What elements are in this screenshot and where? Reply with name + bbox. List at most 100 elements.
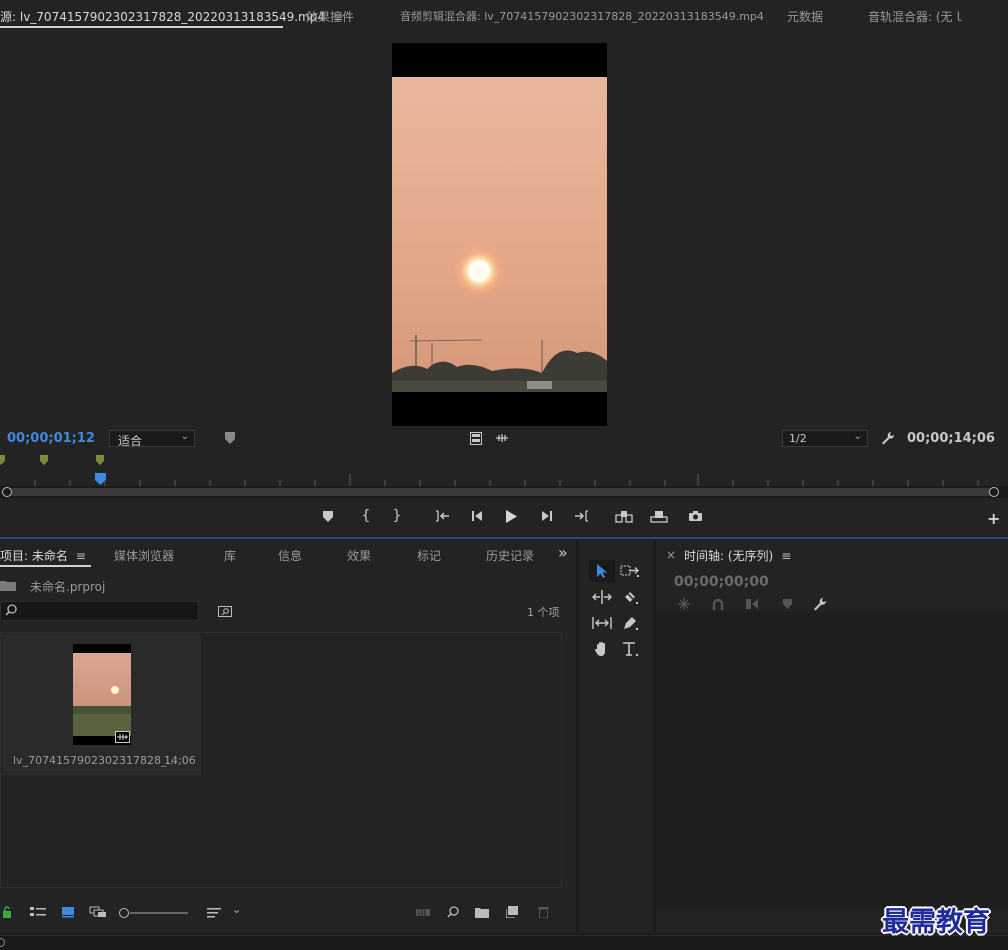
timeline-title-label: 时间轴: (无序列) bbox=[684, 549, 774, 563]
mark-in-button[interactable]: { bbox=[358, 508, 374, 524]
scrollbar-handle-left[interactable] bbox=[2, 487, 12, 497]
slider-handle[interactable] bbox=[119, 908, 129, 918]
timeline-settings-wrench-icon[interactable] bbox=[812, 597, 828, 611]
tab-audio-track-mixer[interactable]: 音轨混合器: (无ｌ bbox=[868, 8, 965, 25]
track-select-forward-tool-icon[interactable] bbox=[619, 562, 641, 580]
project-search-box[interactable] bbox=[0, 601, 199, 621]
clip-name: lv_7074157902302317828_... bbox=[13, 754, 178, 767]
scrollbar-track[interactable] bbox=[6, 488, 996, 496]
timeline-tab-title[interactable]: 时间轴: (无序列) ≡ bbox=[684, 547, 791, 564]
go-to-out-button[interactable] bbox=[571, 508, 591, 524]
active-tab-underline bbox=[0, 26, 283, 28]
nest-sequence-icon[interactable] bbox=[676, 597, 692, 611]
tab-info[interactable]: 信息 bbox=[278, 547, 302, 564]
step-back-button[interactable] bbox=[469, 508, 485, 524]
status-bar bbox=[0, 935, 1008, 950]
drag-audio-only-icon[interactable] bbox=[494, 430, 510, 446]
zoom-fit-label: 适合 bbox=[118, 434, 143, 448]
new-item-icon[interactable] bbox=[504, 905, 520, 919]
panel-divider-blue bbox=[0, 537, 1008, 539]
razor-tool-icon[interactable] bbox=[620, 588, 640, 606]
mark-out-button[interactable]: } bbox=[389, 508, 405, 524]
tab-metadata[interactable]: 元数据 bbox=[787, 8, 823, 25]
step-forward-button[interactable] bbox=[539, 508, 555, 524]
play-button[interactable] bbox=[503, 508, 519, 524]
add-marker-icon[interactable] bbox=[780, 597, 794, 611]
current-timecode[interactable]: 00;00;01;12 bbox=[7, 431, 95, 446]
export-frame-camera-icon[interactable] bbox=[686, 508, 704, 524]
tab-audio-clip-mixer[interactable]: 音频剪辑混合器: lv_7074157902302317828_20220313… bbox=[400, 8, 764, 24]
search-icon bbox=[5, 604, 17, 616]
zoom-fit-dropdown[interactable]: 适合 ⌄ bbox=[109, 430, 195, 448]
search-input[interactable] bbox=[19, 603, 195, 619]
video-thumbnail-image bbox=[392, 77, 607, 392]
tab-project[interactable]: 项目: 未命名 ≡ bbox=[0, 547, 86, 564]
new-bin-folder-icon[interactable] bbox=[474, 905, 490, 919]
project-file-name: 未命名.prproj bbox=[30, 580, 106, 594]
list-view-icon[interactable] bbox=[28, 905, 48, 919]
clip-thumbnail-image bbox=[73, 653, 131, 736]
close-icon[interactable]: × bbox=[666, 548, 676, 562]
tab-project-label: 项目: 未命名 bbox=[0, 549, 68, 563]
tab-overflow-icon[interactable]: » bbox=[558, 543, 568, 562]
tab-effects[interactable]: 效果 bbox=[347, 547, 371, 564]
trash-icon[interactable] bbox=[535, 905, 551, 919]
chevron-down-icon[interactable]: ⌄ bbox=[232, 903, 241, 916]
clip-marker-green[interactable] bbox=[96, 455, 104, 466]
zoom-scrollbar[interactable] bbox=[0, 486, 1008, 498]
tools-panel-header-bar bbox=[583, 546, 591, 560]
lock-icon[interactable] bbox=[0, 905, 14, 919]
slider-track[interactable] bbox=[130, 912, 188, 914]
timeline-timecode[interactable]: 00;00;00;00 bbox=[674, 574, 769, 590]
tools-panel bbox=[579, 540, 653, 933]
hand-tool-icon[interactable] bbox=[592, 640, 612, 658]
find-icon[interactable] bbox=[445, 905, 461, 919]
panel-menu-icon[interactable]: ≡ bbox=[781, 549, 791, 563]
clip-thumbnail-card[interactable]: lv_7074157902302317828_... 14;06 bbox=[2, 634, 201, 775]
scrollbar-handle-right[interactable] bbox=[989, 487, 999, 497]
project-panel: 项目: 未命名 ≡ 媒体浏览器 库 信息 效果 标记 历史记录 » 未命名.prp… bbox=[0, 540, 576, 933]
icon-view-icon[interactable] bbox=[60, 905, 76, 919]
clip-thumbnail[interactable] bbox=[73, 644, 131, 745]
tab-libraries[interactable]: 库 bbox=[224, 547, 236, 564]
go-to-in-button[interactable] bbox=[433, 508, 453, 524]
snap-magnet-icon[interactable] bbox=[710, 597, 726, 611]
add-marker-button[interactable] bbox=[320, 508, 336, 524]
overwrite-button[interactable] bbox=[649, 508, 669, 524]
linked-selection-icon[interactable] bbox=[744, 597, 760, 611]
folder-icon bbox=[0, 579, 16, 591]
clip-duration: 14;06 bbox=[164, 754, 196, 767]
item-count: 1 个项 bbox=[527, 606, 560, 619]
insert-button[interactable] bbox=[614, 508, 634, 524]
wrench-settings-icon[interactable] bbox=[879, 430, 897, 446]
selection-tool-icon[interactable] bbox=[592, 562, 612, 580]
freeform-view-icon[interactable] bbox=[88, 905, 108, 919]
drag-video-only-icon[interactable] bbox=[468, 430, 484, 446]
pen-tool-icon[interactable] bbox=[620, 614, 640, 632]
marker-shield-icon[interactable] bbox=[222, 430, 238, 446]
type-tool-icon[interactable] bbox=[620, 640, 640, 658]
tab-effect-controls[interactable]: 效果控件 bbox=[306, 8, 354, 25]
tab-source[interactable]: 源: lv_7074157902302317828_20220313183549… bbox=[0, 8, 343, 25]
tab-markers[interactable]: 标记 bbox=[417, 547, 441, 564]
project-tab-bar: 项目: 未命名 ≡ 媒体浏览器 库 信息 效果 标记 历史记录 » bbox=[0, 540, 576, 568]
panel-menu-icon[interactable]: ≡ bbox=[76, 549, 86, 563]
find-bin-icon[interactable] bbox=[217, 603, 233, 619]
thumbnail-size-slider[interactable] bbox=[119, 907, 189, 919]
timeline-empty-area[interactable] bbox=[656, 612, 1008, 908]
project-bin-area[interactable]: lv_7074157902302317828_... 14;06 bbox=[0, 632, 562, 888]
sort-icons-icon[interactable] bbox=[206, 905, 222, 919]
clip-marker-green[interactable] bbox=[40, 455, 48, 466]
slip-tool-icon[interactable] bbox=[591, 614, 613, 632]
audio-video-badge-icon bbox=[115, 731, 130, 743]
time-ruler[interactable] bbox=[0, 474, 1008, 486]
resolution-dropdown[interactable]: 1/2 ⌄ bbox=[782, 430, 868, 447]
tab-history[interactable]: 历史记录 bbox=[486, 547, 536, 564]
tab-media-browser[interactable]: 媒体浏览器 bbox=[114, 547, 174, 564]
clip-marker-green[interactable] bbox=[0, 455, 5, 466]
button-editor-add-icon[interactable]: + bbox=[987, 509, 1000, 528]
video-frame[interactable] bbox=[392, 43, 607, 426]
automate-to-sequence-icon[interactable] bbox=[414, 905, 432, 919]
ripple-edit-tool-icon[interactable] bbox=[591, 588, 613, 606]
watermark-text: 最需教育 bbox=[882, 907, 990, 938]
